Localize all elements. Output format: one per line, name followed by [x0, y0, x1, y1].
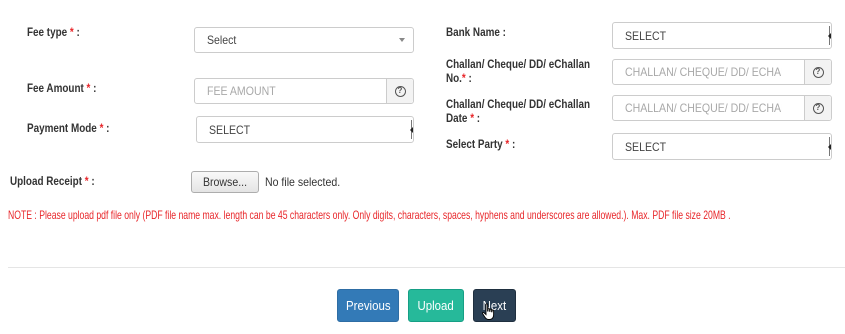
- question-icon: ?: [394, 85, 406, 97]
- challan-date-placeholder: CHALLAN/ CHEQUE/ DD/ ECHALLAN DATE: [625, 101, 782, 115]
- hand-cursor-icon: [482, 303, 495, 320]
- upload-button[interactable]: Upload: [408, 289, 464, 322]
- select-arrow-icon: [408, 120, 413, 139]
- challan-number-label: Challan/ Cheque/ DD/ eChallan No.* :: [446, 59, 590, 85]
- challan-date-help-button[interactable]: ?: [804, 96, 831, 120]
- fee-amount-label: Fee Amount * :: [27, 83, 97, 95]
- browse-button[interactable]: Browse...: [191, 171, 259, 193]
- payment-mode-label: Payment Mode * :: [27, 123, 110, 135]
- chevron-down-icon: [399, 38, 405, 42]
- question-icon: ?: [812, 66, 824, 78]
- challan-date-label: Challan/ Cheque/ DD/ eChallan Date * :: [446, 99, 590, 125]
- challan-date-input[interactable]: CHALLAN/ CHEQUE/ DD/ ECHALLAN DATE ?: [612, 95, 832, 121]
- upload-button-label: Upload: [417, 298, 455, 313]
- select-party-select[interactable]: SELECT: [612, 133, 832, 160]
- fee-amount-help-button[interactable]: ?: [386, 79, 413, 103]
- file-status: No file selected.: [265, 175, 341, 189]
- fee-type-label: Fee type * :: [27, 27, 80, 39]
- upload-note: NOTE : Please upload pdf file only (PDF …: [8, 208, 731, 222]
- upload-receipt-label: Upload Receipt * :: [10, 176, 95, 188]
- challan-number-placeholder: CHALLAN/ CHEQUE/ DD/ ECHALLAN NO: [625, 65, 782, 79]
- fee-type-select[interactable]: Select: [194, 27, 414, 53]
- divider: [8, 267, 845, 268]
- select-party-value: SELECT: [625, 139, 667, 154]
- previous-button-label: Previous: [345, 298, 391, 313]
- select-arrow-icon: [826, 26, 831, 45]
- fee-type-value: Select: [207, 33, 237, 47]
- payment-mode-value: SELECT: [209, 122, 251, 137]
- bank-name-label: Bank Name :: [446, 27, 506, 39]
- challan-number-help-button[interactable]: ?: [804, 60, 831, 84]
- question-icon: ?: [812, 102, 824, 114]
- select-arrow-icon: [826, 137, 831, 156]
- payment-mode-select[interactable]: SELECT: [196, 116, 414, 143]
- bank-name-select[interactable]: SELECT: [612, 22, 832, 49]
- fee-amount-input[interactable]: FEE AMOUNT ?: [194, 78, 414, 104]
- select-party-label: Select Party * :: [446, 139, 516, 151]
- browse-button-label: Browse...: [202, 175, 247, 189]
- previous-button[interactable]: Previous: [337, 289, 399, 322]
- challan-number-input[interactable]: CHALLAN/ CHEQUE/ DD/ ECHALLAN NO ?: [612, 59, 832, 85]
- bank-name-value: SELECT: [625, 28, 667, 43]
- fee-amount-placeholder: FEE AMOUNT: [207, 84, 276, 98]
